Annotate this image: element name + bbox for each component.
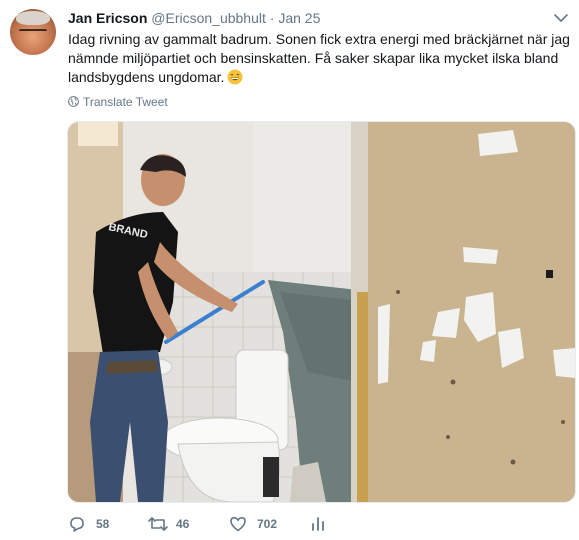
avatar-hair [16, 11, 50, 25]
header-separator: · [269, 10, 275, 26]
tweet-header: Jan Ericson @Ericson_ubbhult · Jan 25 [68, 8, 569, 28]
author-name[interactable]: Jan Ericson [68, 10, 147, 26]
author-avatar[interactable] [10, 9, 56, 55]
reply-icon [70, 517, 84, 532]
retweet-button[interactable]: 46 [148, 514, 208, 534]
reply-button[interactable]: 58 [68, 514, 128, 534]
like-count: 702 [257, 517, 278, 531]
analytics-icon [312, 517, 324, 531]
globe-icon [68, 96, 79, 107]
retweet-icon [148, 517, 168, 531]
analytics-button[interactable] [309, 514, 329, 534]
retweet-count: 46 [176, 517, 190, 531]
bathroom-demolition-photo: BRAND [68, 122, 575, 502]
tweet-photo[interactable]: BRAND [67, 121, 576, 503]
grinning-face-emoji-icon [227, 69, 243, 85]
tweet-body: Idag rivning av gammalt badrum. Sonen fi… [68, 31, 570, 85]
like-button[interactable]: 702 [229, 514, 299, 534]
translate-tweet-link[interactable]: Translate Tweet [68, 94, 168, 110]
avatar-glasses [19, 29, 47, 37]
tweet-actions: 58 46 702 [68, 514, 468, 534]
author-handle[interactable]: @Ericson_ubbhult [151, 10, 266, 26]
reply-count: 58 [96, 517, 110, 531]
tweet-date[interactable]: Jan 25 [278, 10, 320, 26]
chevron-down-icon[interactable] [553, 12, 569, 24]
heart-icon [230, 517, 246, 532]
translate-label: Translate Tweet [83, 95, 168, 109]
tweet-text: Idag rivning av gammalt badrum. Sonen fi… [68, 30, 573, 87]
